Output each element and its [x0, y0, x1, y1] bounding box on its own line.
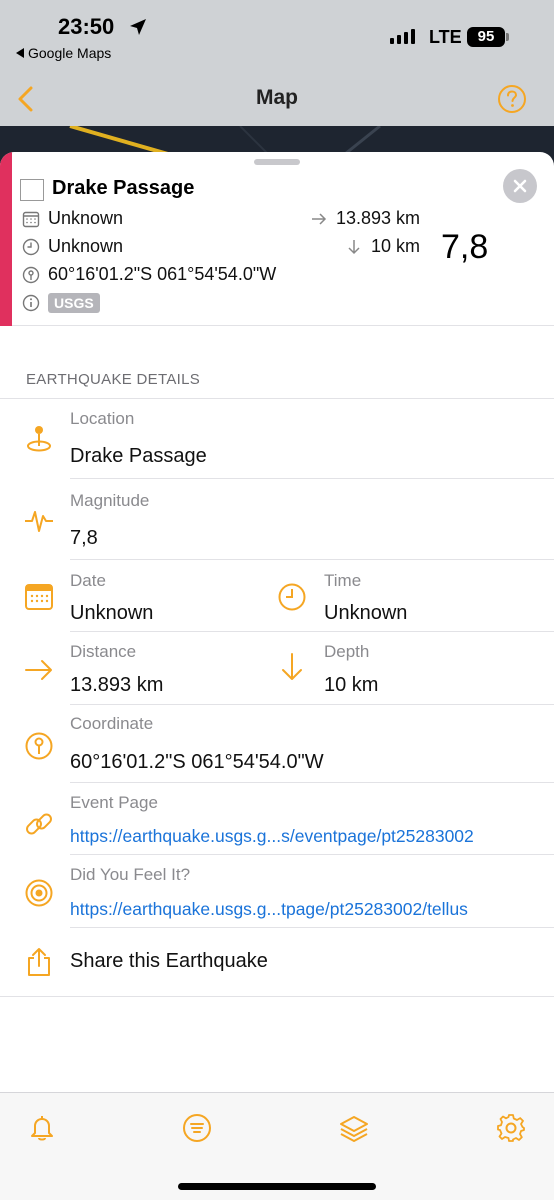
summary-time-row: Unknown: [22, 236, 123, 257]
flag-checkbox[interactable]: [20, 179, 44, 201]
status-bar: 23:50 Google Maps LTE 95: [0, 0, 554, 70]
date-value: Unknown: [70, 602, 154, 624]
signal-strength-icon: [390, 28, 415, 44]
back-triangle-icon: [16, 48, 24, 58]
felt-label: Did You Feel It?: [70, 865, 191, 884]
coordinate-value: 60°16'01.2"S 061°54'54.0"W: [70, 751, 324, 773]
seismograph-icon: [25, 511, 53, 532]
magnitude-row[interactable]: Magnitude 7,8: [0, 479, 554, 560]
share-label: Share this Earthquake: [70, 950, 268, 972]
nav-bar: Map: [0, 72, 554, 126]
pin-circle-icon: [25, 732, 53, 760]
back-to-app-link[interactable]: Google Maps: [16, 45, 111, 61]
pin-icon: [22, 266, 40, 283]
time-value: Unknown: [324, 602, 408, 624]
location-row[interactable]: Location Drake Passage: [0, 398, 554, 479]
summary-depth: 10 km: [370, 236, 420, 256]
divider: [0, 996, 554, 997]
arrow-right-icon: [25, 660, 52, 680]
arrow-down-icon: [282, 653, 302, 680]
summary-date: Unknown: [48, 208, 124, 228]
help-icon[interactable]: [497, 84, 527, 114]
time-label: Time: [324, 571, 362, 590]
home-indicator[interactable]: [178, 1183, 376, 1190]
distance-value: 13.893 km: [70, 674, 164, 696]
earthquake-sheet: Drake Passage Unknown Unknown 60°16'01.2…: [0, 152, 554, 1200]
target-icon: [25, 879, 53, 907]
earthquake-summary: Drake Passage Unknown Unknown 60°16'01.2…: [0, 152, 554, 326]
location-arrow-icon: [130, 19, 146, 35]
calendar-icon: [25, 584, 53, 610]
distance-label: Distance: [70, 642, 137, 661]
summary-distance-row: 13.893 km: [310, 208, 420, 229]
location-label: Location: [70, 409, 135, 428]
bell-icon[interactable]: [27, 1113, 57, 1143]
magnitude-value: 7,8: [70, 527, 98, 549]
coordinate-row[interactable]: Coordinate 60°16'01.2"S 061°54'54.0"W: [0, 705, 554, 783]
header-area: 23:50 Google Maps LTE 95 Map: [0, 0, 554, 126]
location-value: Drake Passage: [70, 445, 207, 467]
date-label: Date: [70, 571, 106, 590]
summary-distance: 13.893 km: [335, 208, 420, 228]
location-pin-icon: [27, 426, 51, 452]
event-page-row[interactable]: Event Page https://earthquake.usgs.g...s…: [0, 783, 554, 855]
clock-icon: [22, 238, 40, 255]
magnitude-color-bar: [0, 152, 12, 326]
event-page-label: Event Page: [70, 793, 158, 812]
section-header: EARTHQUAKE DETAILS: [26, 371, 201, 388]
arrow-down-icon: [348, 239, 360, 254]
layers-icon[interactable]: [339, 1113, 369, 1143]
back-app-label: Google Maps: [28, 45, 112, 61]
depth-label: Depth: [324, 642, 370, 661]
network-type: LTE: [429, 27, 462, 47]
event-page-link[interactable]: https://earthquake.usgs.g...s/eventpage/…: [70, 826, 474, 847]
calendar-icon: [22, 211, 40, 227]
felt-report-row[interactable]: Did You Feel It? https://earthquake.usgs…: [0, 855, 554, 928]
summary-date-row: Unknown: [22, 208, 123, 229]
share-row[interactable]: Share this Earthquake: [0, 928, 554, 997]
source-badge[interactable]: USGS: [48, 293, 100, 313]
summary-magnitude: 7,8: [441, 228, 489, 266]
summary-depth-row: 10 km: [345, 236, 420, 257]
close-button[interactable]: [503, 169, 537, 203]
summary-title: Drake Passage: [52, 177, 195, 199]
page-title: Map: [256, 86, 298, 109]
magnitude-label: Magnitude: [70, 491, 150, 510]
summary-coordinate-row: 60°16'01.2"S 061°54'54.0"W: [22, 264, 276, 285]
battery-tip: [506, 33, 509, 41]
felt-link[interactable]: https://earthquake.usgs.g...tpage/pt2528…: [70, 899, 468, 920]
date-time-row: Date Unknown Time Unknown: [0, 560, 554, 632]
share-icon: [28, 948, 50, 976]
summary-source-row: USGS: [22, 293, 100, 313]
info-icon: [22, 294, 40, 312]
distance-depth-row: Distance 13.893 km Depth 10 km: [0, 632, 554, 705]
arrow-right-icon: [311, 212, 326, 225]
status-time: 23:50: [58, 14, 115, 39]
coordinate-label: Coordinate: [70, 714, 154, 733]
link-icon: [26, 813, 52, 835]
summary-coordinate: 60°16'01.2"S 061°54'54.0"W: [48, 264, 277, 284]
depth-value: 10 km: [324, 674, 379, 696]
list-icon[interactable]: [182, 1113, 212, 1143]
battery-icon: 95: [467, 27, 505, 47]
clock-icon: [278, 583, 306, 611]
gear-icon[interactable]: [496, 1113, 526, 1143]
close-icon: [513, 179, 527, 193]
summary-time: Unknown: [48, 236, 124, 256]
